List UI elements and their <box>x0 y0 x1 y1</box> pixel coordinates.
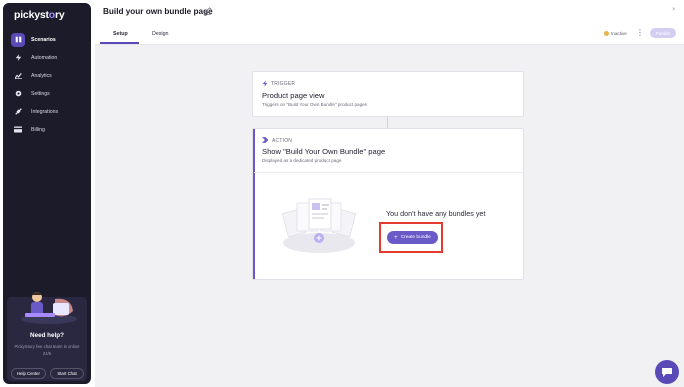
sidebar-item-label: Scenarios <box>31 36 56 43</box>
support-agent-illustration <box>21 292 77 324</box>
trigger-label: TRIGGER <box>271 81 296 87</box>
trigger-title: Product page view <box>262 91 325 100</box>
publish-button[interactable]: Publish <box>650 28 676 38</box>
plug-icon <box>11 105 25 119</box>
sidebar-item-analytics[interactable]: Analytics <box>7 68 87 83</box>
page-title: Build your own bundle page <box>103 7 213 16</box>
action-arrow-icon <box>262 137 269 145</box>
sidebar-item-scenarios[interactable]: Scenarios <box>7 32 87 47</box>
trigger-subtitle: Triggers on "Build Your Own Bundle" prod… <box>262 102 367 107</box>
bolt-icon <box>262 80 268 89</box>
sidebar-item-integrations[interactable]: Integrations <box>7 104 87 119</box>
tab-design[interactable]: Design <box>152 31 169 37</box>
bolt-icon <box>11 51 25 65</box>
sidebar-item-automation[interactable]: Automation <box>7 50 87 65</box>
gear-icon <box>11 87 25 101</box>
empty-state-message: You don't have any bundles yet <box>386 209 486 218</box>
status-badge: Inactive <box>611 31 627 36</box>
chat-launcher-button[interactable] <box>655 360 679 384</box>
chat-icon <box>662 367 672 377</box>
help-center-button[interactable]: Help Center <box>11 368 46 379</box>
action-title: Show "Build Your Own Bundle" page <box>262 147 386 156</box>
action-subtitle: Displayed as a dedicated product page <box>262 158 342 163</box>
trigger-card[interactable]: TRIGGER Product page view Triggers on "B… <box>252 71 524 117</box>
help-title: Need help? <box>30 332 64 339</box>
sidebar-item-label: Automation <box>31 54 58 61</box>
card-icon <box>11 123 25 137</box>
action-accent-bar <box>253 129 255 279</box>
logo-text-part: ry <box>55 9 65 21</box>
logo-text-part: pickyst <box>14 9 49 21</box>
status-dot <box>604 31 609 36</box>
sidebar-item-label: Settings <box>31 90 50 97</box>
pencil-icon[interactable] <box>204 7 212 15</box>
action-label: ACTION <box>272 138 293 144</box>
logo[interactable]: pickystory <box>14 9 65 21</box>
close-icon[interactable]: × <box>672 7 676 13</box>
sidebar: pickystory Scenarios Automation Analytic… <box>3 3 91 384</box>
scenarios-icon <box>11 32 25 47</box>
sidebar-item-label: Analytics <box>31 72 52 79</box>
action-divider <box>254 172 523 173</box>
empty-bundles-illustration <box>281 198 357 253</box>
sidebar-item-label: Integrations <box>31 108 59 115</box>
help-subtitle: PickyStory live chat team is online 24/5 <box>14 344 80 356</box>
sidebar-item-settings[interactable]: Settings <box>7 86 87 101</box>
sidebar-item-billing[interactable]: Billing <box>7 122 87 137</box>
chart-icon <box>11 69 25 83</box>
sidebar-item-label: Billing <box>31 126 45 133</box>
flow-connector <box>387 117 388 128</box>
highlight-box <box>379 222 443 253</box>
start-chat-button[interactable]: Start Chat <box>50 368 84 379</box>
tab-setup[interactable]: Setup <box>113 31 128 37</box>
more-options-icon[interactable]: ⋮ <box>636 29 644 37</box>
